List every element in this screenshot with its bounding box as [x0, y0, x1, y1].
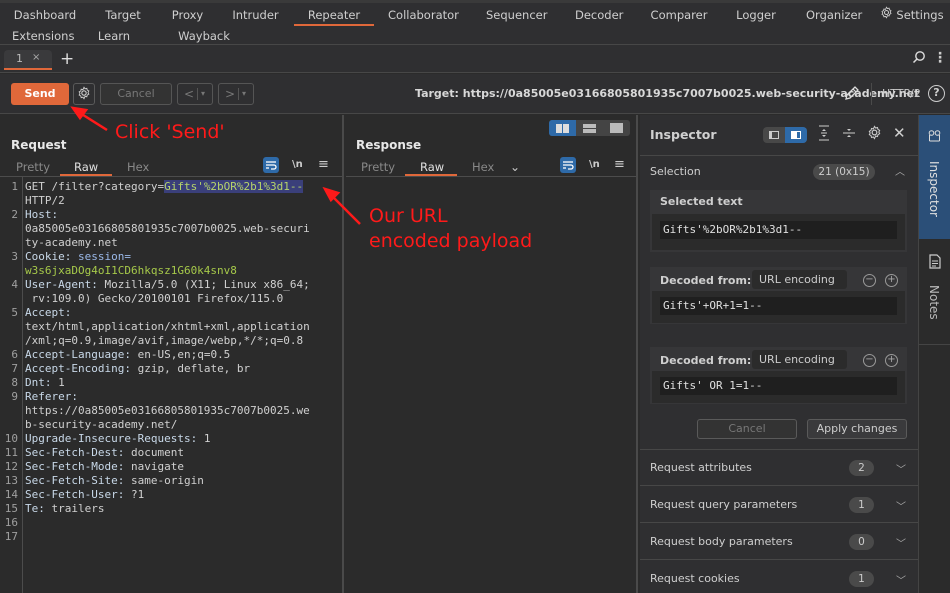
- annotation-arrows: [70, 106, 361, 225]
- annotation-payload-line2: encoded payload: [369, 230, 533, 252]
- arrow-to-send: [70, 106, 108, 132]
- annotation-click-send: Click 'Send': [115, 121, 225, 143]
- arrow-to-payload: [322, 186, 361, 225]
- annotation-payload-line1: Our URL: [369, 205, 448, 227]
